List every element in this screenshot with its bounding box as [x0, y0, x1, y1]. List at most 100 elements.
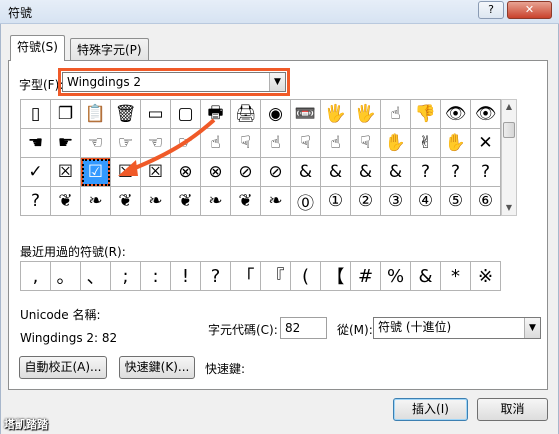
symbol-cell[interactable]: ?: [411, 158, 441, 187]
symbol-cell[interactable]: ✕: [471, 129, 501, 158]
symbol-cell[interactable]: ⊘: [261, 158, 291, 187]
shortcut-key-button[interactable]: 快速鍵(K)...: [119, 356, 195, 379]
symbol-cell[interactable]: 🖐: [321, 100, 351, 129]
symbol-cell[interactable]: ⊗: [171, 158, 201, 187]
symbol-cell[interactable]: &: [321, 158, 351, 187]
symbol-cell[interactable]: ☒: [51, 158, 81, 187]
symbol-cell[interactable]: ⓪: [291, 187, 321, 216]
recent-symbol-cell[interactable]: :: [141, 262, 171, 291]
symbol-cell[interactable]: ✋: [381, 129, 411, 158]
symbol-cell[interactable]: ☝: [321, 129, 351, 158]
scroll-thumb[interactable]: [503, 122, 515, 138]
symbol-cell[interactable]: ☝: [261, 129, 291, 158]
recent-symbols-grid[interactable]: ,。、;:!? 「『(【#% & * ※: [20, 261, 501, 291]
recent-symbol-cell[interactable]: &: [411, 262, 441, 291]
cancel-button[interactable]: 取消: [477, 398, 548, 421]
symbol-cell[interactable]: ❐: [51, 100, 81, 129]
recent-symbol-cell[interactable]: %: [381, 262, 411, 291]
symbol-grid[interactable]: ▯ ❐ 📋 🗑 ▭ ▢ 🖶 🖨 ◉ 📼 🖐 🖐 ☝ 👎 👁 👁 ☚ ☛ ☜ ☞ ☜ ☞ ☝ ☟ ☝ ☟ ☝ ☟ ✋ ✌ ✋ ✕ ✓ ☒ ☑ ☒ ☒ ⊗ ⊗ ⊘…: [20, 99, 501, 216]
symbol-cell[interactable]: ?: [471, 158, 501, 187]
recent-symbol-cell[interactable]: 、: [81, 262, 111, 291]
symbol-cell[interactable]: ⊘: [231, 158, 261, 187]
symbol-cell[interactable]: 👁: [441, 100, 471, 129]
symbol-cell[interactable]: &: [351, 158, 381, 187]
symbol-cell[interactable]: 📼: [291, 100, 321, 129]
symbol-cell[interactable]: ❦: [111, 187, 141, 216]
symbol-cell[interactable]: ✓: [21, 158, 51, 187]
recent-symbol-cell[interactable]: ,: [21, 262, 51, 291]
tab-special-characters[interactable]: 特殊字元(P): [70, 38, 149, 60]
symbol-cell[interactable]: 📋: [81, 100, 111, 129]
recent-symbols-label: 最近用過的符號(R):: [20, 245, 126, 259]
symbol-cell[interactable]: ☟: [231, 129, 261, 158]
symbol-cell[interactable]: &: [381, 158, 411, 187]
symbol-cell[interactable]: 👎: [411, 100, 441, 129]
symbol-cell[interactable]: ☞: [111, 129, 141, 158]
symbol-cell[interactable]: ☒: [141, 158, 171, 187]
recent-symbol-cell[interactable]: 【: [321, 262, 351, 291]
recent-symbol-cell[interactable]: 。: [51, 262, 81, 291]
recent-symbol-cell[interactable]: 「: [231, 262, 261, 291]
tab-symbols[interactable]: 符號(S): [10, 35, 65, 61]
symbol-cell[interactable]: ◉: [261, 100, 291, 129]
symbol-cell[interactable]: ☒: [111, 158, 141, 187]
symbol-cell[interactable]: ❦: [171, 187, 201, 216]
symbol-cell[interactable]: ❧: [261, 187, 291, 216]
symbol-cell[interactable]: ④: [411, 187, 441, 216]
symbol-grid-scrollbar[interactable]: ▲ ▼: [501, 99, 517, 216]
symbol-cell[interactable]: ☝: [201, 129, 231, 158]
symbol-cell[interactable]: ③: [381, 187, 411, 216]
symbol-cell[interactable]: 👁: [471, 100, 501, 129]
symbol-cell[interactable]: ?: [441, 158, 471, 187]
symbol-cell[interactable]: ☝: [381, 100, 411, 129]
symbol-cell[interactable]: ❦: [231, 187, 261, 216]
scroll-up-icon[interactable]: ▲: [502, 100, 516, 114]
symbol-cell[interactable]: ☞: [171, 129, 201, 158]
symbol-cell[interactable]: ▢: [171, 100, 201, 129]
symbol-cell[interactable]: ▭: [141, 100, 171, 129]
recent-symbol-cell[interactable]: *: [441, 262, 471, 291]
chevron-down-icon[interactable]: ▼: [524, 318, 540, 338]
symbol-cell[interactable]: &: [291, 158, 321, 187]
font-highlight-annotation: [58, 68, 290, 96]
symbol-cell[interactable]: ⑥: [471, 187, 501, 216]
symbol-cell[interactable]: ?: [21, 187, 51, 216]
symbol-cell[interactable]: ✌: [411, 129, 441, 158]
scroll-down-icon[interactable]: ▼: [502, 201, 516, 215]
symbol-cell[interactable]: ❧: [201, 187, 231, 216]
symbol-cell[interactable]: ☛: [51, 129, 81, 158]
symbol-cell[interactable]: 🖶: [201, 100, 231, 129]
symbol-cell[interactable]: 🖨: [231, 100, 261, 129]
symbol-cell[interactable]: ☚: [21, 129, 51, 158]
from-label: 從(M):: [337, 323, 373, 337]
symbol-cell[interactable]: ✋: [441, 129, 471, 158]
recent-symbol-cell[interactable]: ;: [111, 262, 141, 291]
charcode-input[interactable]: 82: [280, 317, 327, 339]
insert-button[interactable]: 插入(I): [393, 398, 468, 421]
recent-symbol-cell[interactable]: ?: [201, 262, 231, 291]
symbol-cell[interactable]: ②: [351, 187, 381, 216]
symbol-cell[interactable]: ☜: [81, 129, 111, 158]
recent-symbol-cell[interactable]: #: [351, 262, 381, 291]
autocorrect-button[interactable]: 自動校正(A)...: [19, 356, 107, 379]
symbol-cell[interactable]: 🖐: [351, 100, 381, 129]
symbol-cell[interactable]: ▯: [21, 100, 51, 129]
recent-symbol-cell[interactable]: ※: [471, 262, 501, 291]
symbol-cell[interactable]: ☟: [291, 129, 321, 158]
symbol-cell[interactable]: ❧: [81, 187, 111, 216]
symbol-cell[interactable]: 🗑: [111, 100, 141, 129]
symbol-cell[interactable]: ①: [321, 187, 351, 216]
symbol-cell[interactable]: ❧: [141, 187, 171, 216]
symbol-cell[interactable]: ☜: [141, 129, 171, 158]
from-select[interactable]: 符號 (十進位) ▼: [373, 317, 541, 339]
recent-symbol-cell[interactable]: !: [171, 262, 201, 291]
symbol-cell[interactable]: ❦: [51, 187, 81, 216]
recent-symbol-cell[interactable]: 『: [261, 262, 291, 291]
recent-symbol-cell[interactable]: (: [291, 262, 321, 291]
close-button[interactable]: ✕: [507, 1, 552, 19]
symbol-cell[interactable]: ☟: [351, 129, 381, 158]
symbol-cell[interactable]: ⊗: [201, 158, 231, 187]
symbol-cell[interactable]: ☑: [81, 158, 111, 187]
help-button[interactable]: ?: [478, 1, 504, 19]
symbol-cell[interactable]: ⑤: [441, 187, 471, 216]
